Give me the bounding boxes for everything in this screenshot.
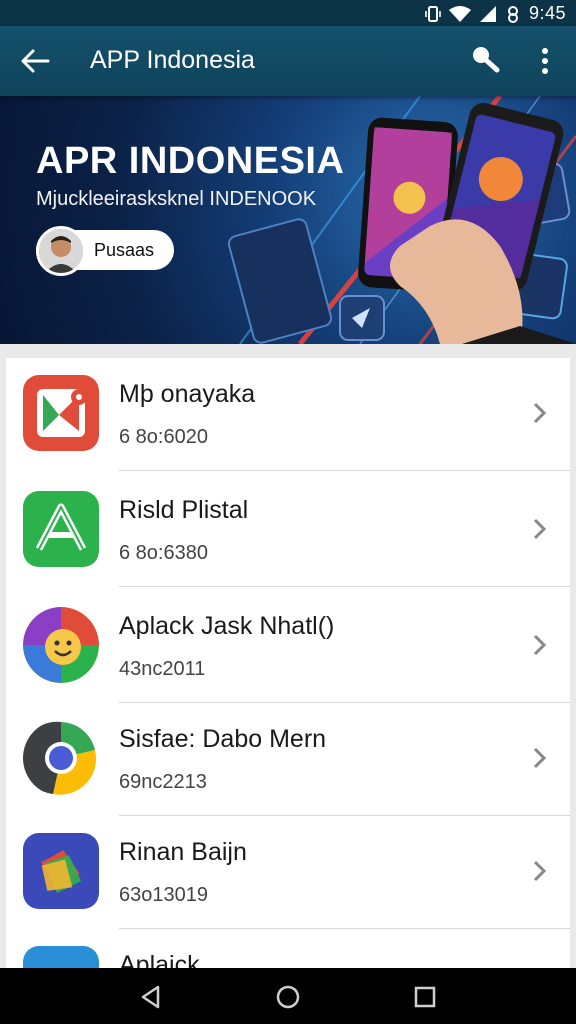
- list-item[interactable]: Aplaick: [6, 929, 570, 968]
- divider: [119, 470, 570, 471]
- app-name: Rinan Baijn: [119, 838, 247, 866]
- vibrate-icon: [425, 5, 441, 22]
- back-triangle-icon[interactable]: [136, 982, 166, 1012]
- app-meta: 6 8o:6380: [119, 542, 208, 564]
- promo-banner[interactable]: APR INDONESIA Mjuckleeirasksknel INDENOO…: [0, 96, 576, 344]
- banner-title: APR INDONESIA: [36, 140, 345, 182]
- list-item[interactable]: Aplack Jask Nhatl() 43nc2011: [6, 590, 570, 703]
- data-icon: [507, 5, 518, 23]
- app-name: Aplaick: [119, 951, 200, 968]
- recents-square-icon[interactable]: [410, 982, 440, 1012]
- list-item[interactable]: Risld Plistal 6 8o:6380: [6, 474, 570, 587]
- home-circle-icon[interactable]: [273, 982, 303, 1012]
- back-arrow-icon[interactable]: [18, 44, 52, 78]
- chevron-right-icon: [533, 518, 547, 540]
- banner-subtitle: Mjuckleeirasksknel INDENOOK: [36, 188, 317, 210]
- app-bar: APP Indonesia: [0, 26, 576, 96]
- app-meta: 6 8o:6020: [119, 426, 208, 448]
- app-meta: 69nc2213: [119, 771, 207, 793]
- people-photo-icon: [23, 946, 99, 968]
- list-item[interactable]: Sisfae: Dabo Mern 69nc2213: [6, 703, 570, 816]
- list-item[interactable]: Mþ onayaka 6 8o:6020: [6, 358, 570, 471]
- banner-illustration: [227, 96, 576, 344]
- status-time: 9:45: [528, 3, 566, 23]
- layers-icon: [23, 833, 99, 909]
- chevron-right-icon: [533, 402, 547, 424]
- avatar: [36, 226, 86, 276]
- chrome-icon: [23, 720, 99, 796]
- app-meta: 63o13019: [119, 884, 208, 906]
- more-vert-icon[interactable]: [530, 44, 560, 78]
- list-item[interactable]: Rinan Baijn 63o13019: [6, 816, 570, 929]
- system-nav-bar: [0, 968, 576, 1024]
- wifi-icon: [448, 5, 471, 22]
- signal-icon: [479, 5, 496, 22]
- chevron-right-icon: [533, 747, 547, 769]
- chevron-right-icon: [533, 860, 547, 882]
- app-list: Mþ onayaka 6 8o:6020 Risld Plistal 6 8o:…: [6, 358, 570, 968]
- app-meta: 43nc2011: [119, 658, 206, 680]
- a-logo-icon: [23, 491, 99, 567]
- emoji-chat-icon: [23, 607, 99, 683]
- status-bar: 9:45: [0, 0, 576, 26]
- divider: [119, 586, 570, 587]
- app-name: Aplack Jask Nhatl(): [119, 612, 335, 640]
- maps-icon: [23, 375, 99, 451]
- app-bar-title: APP Indonesia: [90, 46, 255, 74]
- search-icon[interactable]: [468, 42, 502, 76]
- app-name: Risld Plistal: [119, 496, 249, 524]
- chevron-right-icon: [533, 634, 547, 656]
- banner-button-label: Pusaas: [94, 240, 155, 260]
- app-name: Mþ onayaka: [119, 380, 256, 408]
- app-name: Sisfae: Dabo Mern: [119, 725, 327, 753]
